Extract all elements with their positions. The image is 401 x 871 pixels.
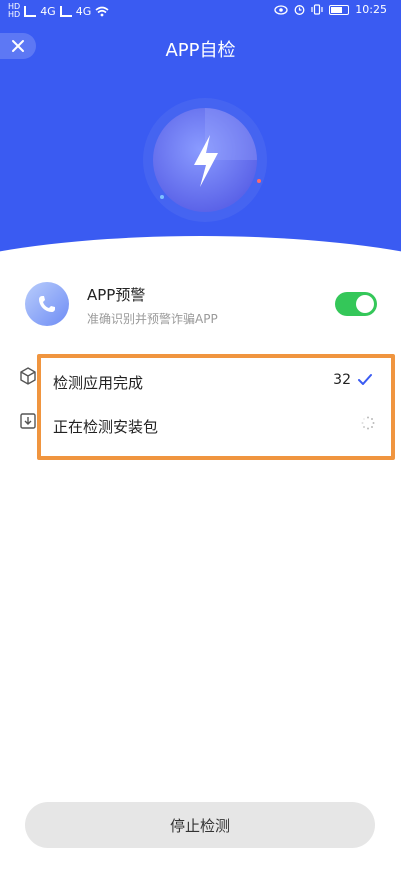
- signal-icon: [24, 5, 37, 17]
- status-left: HD HD 4G 4G: [8, 3, 109, 19]
- status-time: 10:25: [355, 3, 387, 16]
- check-icon: [358, 374, 372, 385]
- page-title: APP自检: [165, 40, 236, 61]
- battery-icon: [329, 4, 350, 15]
- eye-icon: [274, 4, 288, 15]
- app-warning-subtitle: 准确识别并预警诈骗APP: [87, 312, 218, 326]
- toggle-knob: [356, 295, 374, 313]
- status-right: 10:25: [274, 3, 387, 16]
- app-warning-title: APP预警: [87, 286, 146, 304]
- signal-icon-2: [59, 5, 72, 17]
- header-curve: [0, 236, 401, 272]
- status-bar: HD HD 4G 4G 10:25: [0, 0, 401, 22]
- network-tag-2: 4G: [75, 4, 92, 18]
- vibrate-icon: [311, 4, 323, 15]
- app-warning-row: APP预警 准确识别并预警诈骗APP: [25, 280, 377, 332]
- loading-spinner-icon: [361, 416, 375, 430]
- check-item-count: 32: [333, 372, 351, 388]
- stop-check-button[interactable]: 停止检测: [25, 802, 375, 848]
- lightning-icon: [143, 98, 267, 222]
- phone-icon: [39, 296, 55, 312]
- network-tag-1: 4G: [40, 4, 56, 18]
- check-item-apps: 检测应用完成: [53, 374, 144, 392]
- check-list-highlight: 检测应用完成 32 正在检测安装包: [37, 354, 395, 460]
- header-banner: HD HD 4G 4G 10:25 APP自检: [0, 0, 401, 272]
- download-box-icon: [20, 413, 36, 429]
- alarm-icon: [294, 5, 305, 15]
- app-warning-toggle[interactable]: [335, 292, 377, 316]
- hd-indicator: HD HD: [8, 2, 21, 19]
- check-item-packages: 正在检测安装包: [53, 418, 159, 436]
- app-warning-avatar: [25, 282, 69, 326]
- wifi-icon: [95, 6, 109, 16]
- cube-icon: [20, 367, 36, 385]
